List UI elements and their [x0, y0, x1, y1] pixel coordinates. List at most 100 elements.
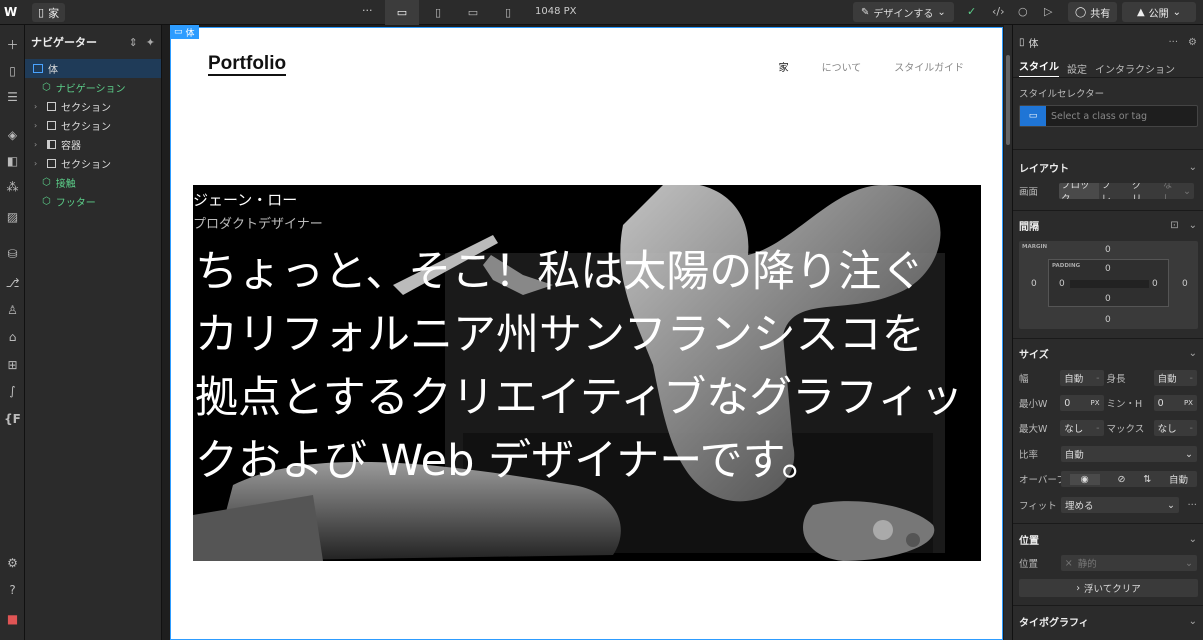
position-select[interactable]: × 静的 ⌄	[1060, 555, 1197, 571]
tree-item-contact[interactable]: ⬡ 接触	[25, 173, 161, 192]
comment-icon[interactable]: ○	[1018, 5, 1028, 18]
margin-top[interactable]: 0	[1105, 245, 1111, 255]
add-icon[interactable]: ＋	[4, 36, 21, 53]
design-canvas[interactable]: ▭ 体 Portfolio 家 について スタイルガイド ジェーン・ロー プロダ…	[162, 25, 1004, 640]
canvas-scrollbar[interactable]	[1004, 25, 1012, 640]
fit-select[interactable]: 埋める ⌄	[1061, 497, 1179, 513]
min-width-input[interactable]: 0 PX	[1060, 395, 1104, 411]
mode-dropdown[interactable]: ✎ デザインする ⌄	[853, 2, 954, 22]
ecommerce-icon[interactable]: ⌂	[4, 328, 21, 345]
width-input[interactable]: 自動 -	[1060, 370, 1104, 386]
webflow-logo-icon[interactable]: W	[4, 5, 20, 19]
code-icon[interactable]: ‹/›	[992, 5, 1005, 18]
typography-title: タイポグラフィ	[1019, 618, 1089, 629]
display-grid-option[interactable]: グリ...	[1130, 183, 1161, 199]
variables-icon[interactable]: ⁂	[4, 178, 21, 195]
tab-settings[interactable]: 設定	[1067, 61, 1087, 76]
display-none-option[interactable]: なし	[1161, 183, 1183, 199]
settings-gear-icon[interactable]: ⚙	[4, 554, 21, 571]
max-height-input[interactable]: なし -	[1153, 420, 1197, 436]
style-selector-input[interactable]: ▭ Select a class or tag	[1019, 105, 1198, 127]
height-input[interactable]: 自動 -	[1153, 370, 1197, 386]
help-icon[interactable]: ?	[4, 581, 21, 598]
tab-style[interactable]: スタイル	[1019, 58, 1059, 78]
tree-item-section[interactable]: › セクション	[25, 97, 161, 116]
apps-icon[interactable]: ⊞	[4, 356, 21, 373]
size-section-header[interactable]: サイズ ⌄	[1019, 346, 1197, 361]
padding-left[interactable]: 0	[1059, 279, 1065, 289]
record-icon[interactable]: ■	[4, 610, 21, 627]
float-clear-button[interactable]: › 浮いてクリア	[1019, 579, 1198, 597]
min-height-input[interactable]: 0 PX	[1153, 395, 1197, 411]
chevron-right-icon[interactable]: ›	[34, 121, 42, 130]
pages-icon[interactable]: ▯	[4, 62, 21, 79]
body-icon: ▭	[174, 27, 183, 37]
tree-item-navigation[interactable]: ⬡ ナビゲーション	[25, 78, 161, 97]
settings-icon[interactable]: ⚙	[1188, 37, 1197, 48]
more-options-button[interactable]: ···	[1168, 37, 1178, 48]
overflow-scroll-icon[interactable]: ⇅	[1143, 474, 1151, 485]
scrollbar-thumb[interactable]	[1006, 55, 1010, 145]
ratio-label: 比率	[1019, 450, 1039, 461]
chevron-right-icon[interactable]: ›	[34, 159, 42, 168]
tab-interactions[interactable]: インタラクション	[1095, 61, 1175, 76]
overflow-visible-eye-icon[interactable]: ◉	[1069, 473, 1100, 485]
tree-item-container[interactable]: › 容器	[25, 135, 161, 154]
fit-more-button[interactable]: ···	[1187, 500, 1197, 511]
spacing-section-header[interactable]: 間隔 ⊡ ⌄	[1019, 218, 1197, 233]
mobile-portrait-breakpoint-icon[interactable]: ▯	[491, 0, 525, 25]
spacing-lock-icon[interactable]: ⊡	[1170, 220, 1178, 231]
style-manager-icon[interactable]: ◧	[4, 152, 21, 169]
cms-icon[interactable]: ⛁	[4, 245, 21, 262]
pin-icon[interactable]: ✦	[146, 36, 155, 49]
typography-section-header[interactable]: タイポグラフィ ⌄	[1019, 614, 1197, 629]
margin-left[interactable]: 0	[1031, 279, 1037, 289]
assets-icon[interactable]: ▨	[4, 208, 21, 225]
share-button[interactable]: ◯ 共有	[1068, 2, 1118, 22]
hero-section[interactable]: ジェーン・ロー プロダクトデザイナー ちょっと、そこ！私は太陽の降り注ぐカリフォ…	[193, 185, 981, 561]
overflow-auto-option[interactable]: 自動	[1169, 472, 1188, 486]
brush-icon[interactable]: ∫	[4, 382, 21, 399]
preview-play-icon[interactable]: ▷	[1044, 5, 1052, 18]
more-menu-button[interactable]: ···	[362, 4, 373, 17]
padding-bottom[interactable]: 0	[1105, 294, 1111, 304]
logic-icon[interactable]: ⎇	[4, 274, 21, 291]
chevron-down-icon: ⌄	[1183, 185, 1192, 197]
expand-collapse-icon[interactable]: ⇕	[129, 36, 138, 49]
navigator-icon[interactable]: ☰	[4, 88, 21, 105]
display-flex-option[interactable]: フレ...	[1099, 183, 1130, 199]
overflow-hidden-icon[interactable]: ⊘	[1117, 474, 1125, 485]
desktop-breakpoint-icon[interactable]: ▭	[385, 0, 419, 25]
user-icon: ◯	[1075, 6, 1087, 18]
layout-section-header[interactable]: レイアウト ⌄	[1019, 160, 1197, 175]
display-block-option[interactable]: ブロック	[1059, 183, 1100, 199]
margin-right[interactable]: 0	[1182, 279, 1188, 289]
brand-link[interactable]: Portfolio	[208, 53, 287, 76]
tree-item-section[interactable]: › セクション	[25, 116, 161, 135]
nav-link-styleguide[interactable]: スタイルガイド	[894, 59, 964, 74]
tablet-breakpoint-icon[interactable]: ▯	[421, 0, 455, 25]
padding-top[interactable]: 0	[1105, 264, 1111, 274]
padding-right[interactable]: 0	[1152, 279, 1158, 289]
chevron-right-icon[interactable]: ›	[34, 140, 42, 149]
publish-button[interactable]: ▲ 公開 ⌄	[1122, 2, 1196, 22]
finsweet-icon[interactable]: {F	[4, 410, 21, 427]
components-icon[interactable]: ◈	[4, 126, 21, 143]
tree-item-footer[interactable]: ⬡ フッター	[25, 192, 161, 211]
nav-link-home[interactable]: 家	[779, 59, 789, 74]
nav-link-about[interactable]: について	[822, 59, 862, 74]
tree-item-section[interactable]: › セクション	[25, 154, 161, 173]
max-width-input[interactable]: なし -	[1060, 420, 1104, 436]
selected-element-tag[interactable]: ▭ 体	[170, 25, 199, 39]
users-icon[interactable]: ♙	[4, 301, 21, 318]
page-switcher[interactable]: ▯ 家	[32, 3, 66, 22]
page-body[interactable]: Portfolio 家 について スタイルガイド ジェーン・ロー プロダクトデザ…	[170, 27, 1003, 640]
mobile-landscape-breakpoint-icon[interactable]: ▭	[456, 0, 490, 25]
position-section-header[interactable]: 位置 ⌄	[1019, 532, 1197, 547]
chevron-right-icon[interactable]: ›	[34, 102, 42, 111]
tree-item-body[interactable]: 体	[25, 59, 161, 78]
margin-bottom[interactable]: 0	[1105, 315, 1111, 325]
check-circle-icon[interactable]: ✓	[967, 5, 976, 18]
ratio-select[interactable]: 自動 ⌄	[1060, 446, 1197, 462]
site-nav: 家 について スタイルガイド	[779, 59, 964, 74]
